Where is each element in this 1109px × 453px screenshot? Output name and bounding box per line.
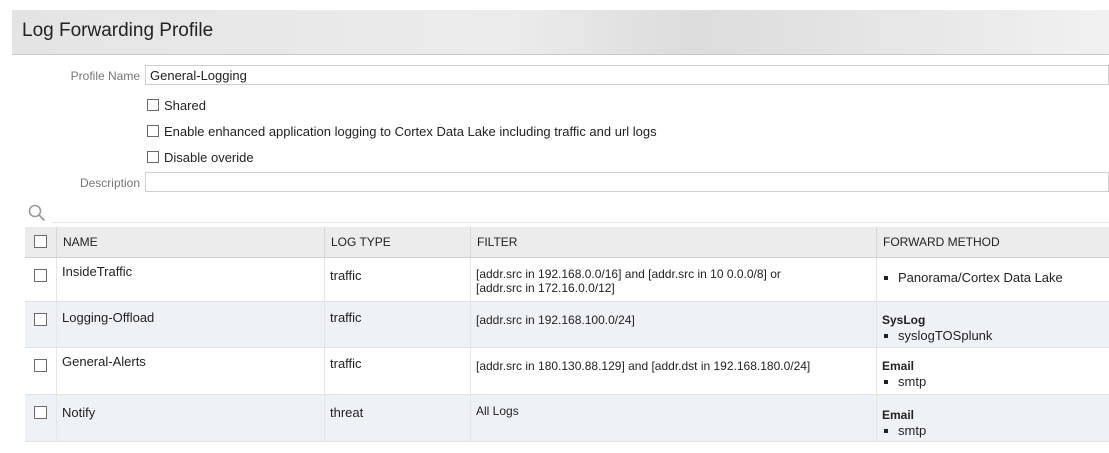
search-icon[interactable] (27, 203, 47, 223)
method-title: Email (882, 359, 915, 373)
profile-name-label: Profile Name (70, 69, 140, 83)
disable-override-option[interactable]: Disable overide (147, 148, 254, 166)
method-item: Panorama/Cortex Data Lake (882, 271, 1063, 285)
column-divider (470, 395, 471, 441)
search-input[interactable] (52, 204, 1109, 223)
column-divider (470, 302, 471, 347)
row-filter: All Logs (476, 404, 519, 418)
description-label: Description (79, 176, 140, 190)
description-input[interactable] (145, 172, 1109, 192)
row-log-type: traffic (330, 310, 362, 325)
method-item: syslogTOSplunk (882, 329, 992, 343)
filter-line: [addr.src in 192.168.0.0/16] and [addr.s… (476, 267, 781, 281)
column-divider (56, 258, 57, 301)
bullet-icon (884, 380, 888, 384)
row-name[interactable]: Logging-Offload (62, 311, 154, 325)
disable-override-label: Disable overide (164, 149, 254, 165)
method-title: Email (882, 408, 915, 422)
column-name[interactable]: NAME (56, 227, 324, 257)
row-filter: [addr.src in 192.168.0.0/16] and [addr.s… (476, 267, 781, 295)
column-divider (56, 348, 57, 394)
shared-checkbox[interactable] (147, 99, 159, 111)
disable-override-checkbox[interactable] (147, 151, 159, 163)
row-checkbox[interactable] (34, 313, 47, 326)
row-forward-method: SysLog syslogTOSplunk (882, 313, 992, 343)
shared-option[interactable]: Shared (147, 96, 206, 114)
column-forward-method[interactable]: FORWARD METHOD (876, 227, 1109, 257)
table-row[interactable]: InsideTraffic traffic [addr.src in 192.1… (25, 258, 1109, 302)
column-divider (470, 348, 471, 394)
method-item-label: smtp (898, 374, 927, 389)
column-divider (324, 258, 325, 301)
cortex-logging-label: Enable enhanced application logging to C… (164, 123, 657, 139)
column-filter[interactable]: FILTER (470, 227, 876, 257)
method-item-label: syslogTOSplunk (898, 328, 993, 343)
shared-label: Shared (164, 97, 206, 113)
table-row[interactable]: General-Alerts traffic [addr.src in 180.… (25, 348, 1109, 395)
column-divider (56, 395, 57, 441)
filter-line: [addr.src in 192.168.100.0/24] (476, 313, 635, 327)
column-divider (876, 258, 877, 301)
column-divider (470, 258, 471, 301)
bullet-icon (884, 276, 888, 280)
method-title: SysLog (882, 313, 926, 327)
cortex-logging-checkbox[interactable] (147, 125, 159, 137)
column-divider (56, 302, 57, 347)
row-forward-method: Panorama/Cortex Data Lake (882, 271, 1063, 285)
column-divider (876, 348, 877, 394)
method-item-label: smtp (898, 423, 927, 438)
dialog-header: Log Forwarding Profile (12, 10, 1109, 55)
column-log-type[interactable]: LOG TYPE (324, 227, 470, 257)
table-row[interactable]: Logging-Offload traffic [addr.src in 192… (25, 302, 1109, 348)
row-log-type: threat (330, 405, 364, 420)
row-forward-method: Email smtp (882, 408, 926, 438)
table-row[interactable]: Notify threat All Logs Email smtp (25, 395, 1109, 442)
row-log-type: traffic (330, 356, 362, 371)
column-divider (324, 395, 325, 441)
cortex-logging-option[interactable]: Enable enhanced application logging to C… (147, 122, 657, 140)
table-header: NAME LOG TYPE FILTER FORWARD METHOD (25, 227, 1109, 258)
log-forwarding-table: NAME LOG TYPE FILTER FORWARD METHOD Insi… (25, 227, 1109, 442)
filter-line: [addr.src in 180.130.88.129] and [addr.d… (476, 359, 811, 373)
profile-name-input[interactable] (145, 65, 1109, 85)
row-forward-method: Email smtp (882, 359, 926, 389)
filter-line: [addr.src in 172.16.0.0/12] (476, 281, 615, 295)
column-divider (876, 302, 877, 347)
row-filter: [addr.src in 192.168.100.0/24] (476, 313, 635, 327)
row-checkbox[interactable] (34, 269, 47, 282)
row-checkbox[interactable] (34, 359, 47, 372)
column-divider (324, 348, 325, 394)
row-filter: [addr.src in 180.130.88.129] and [addr.d… (476, 359, 810, 373)
row-name[interactable]: General-Alerts (62, 355, 146, 369)
filter-line: All Logs (476, 404, 519, 418)
method-item-label: Panorama/Cortex Data Lake (898, 270, 1063, 285)
method-item: smtp (882, 424, 926, 438)
column-divider (324, 302, 325, 347)
column-divider (876, 395, 877, 441)
row-checkbox[interactable] (34, 406, 47, 419)
row-name[interactable]: Notify (62, 406, 95, 420)
method-item: smtp (882, 375, 926, 389)
dialog-title: Log Forwarding Profile (22, 20, 214, 41)
select-all-checkbox[interactable] (34, 235, 47, 248)
bullet-icon (884, 429, 888, 433)
row-name[interactable]: InsideTraffic (62, 265, 132, 279)
bullet-icon (884, 334, 888, 338)
row-log-type: traffic (330, 268, 362, 283)
